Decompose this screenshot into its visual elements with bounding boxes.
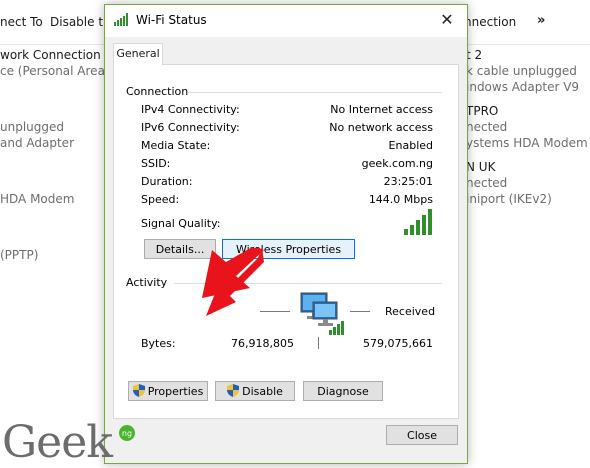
connection-heading: Connection	[126, 85, 189, 98]
close-icon[interactable]: ✕	[435, 9, 459, 31]
ssid-label: SSID:	[141, 157, 171, 170]
media-state-label: Media State:	[141, 139, 211, 152]
list-item[interactable]: t 2 k cable unplugged indows Adapter V9	[466, 47, 579, 95]
divider	[188, 92, 442, 93]
speed-label: Speed:	[141, 193, 180, 206]
disable-button[interactable]: Disable	[215, 381, 295, 401]
uac-shield-icon	[227, 384, 240, 403]
general-tab-panel: Connection IPv4 Connectivity: No Interne…	[113, 64, 459, 419]
received-label: Received	[385, 305, 436, 318]
ipv6-label: IPv6 Connectivity:	[141, 121, 240, 134]
connect-to-button[interactable]: nect To	[0, 15, 43, 29]
signal-strength-icon	[404, 209, 434, 238]
activity-heading: Activity	[126, 276, 168, 289]
tab-general[interactable]: General	[113, 43, 163, 65]
properties-label: Properties	[147, 385, 204, 398]
properties-button[interactable]: Properties	[128, 381, 208, 401]
red-arrow-annotation	[196, 246, 268, 331]
list-item[interactable]: HDA Modem	[0, 191, 74, 207]
watermark-badge-icon: ng	[118, 424, 136, 445]
duration-label: Duration:	[141, 175, 193, 188]
bytes-sent-value: 76,918,805	[231, 337, 294, 350]
media-state-value: Enabled	[388, 139, 433, 152]
connection-button[interactable]: nnection	[464, 15, 516, 29]
speed-value: 144.0 Mbps	[368, 193, 433, 206]
badge-text: ng	[122, 429, 132, 438]
signal-quality-label: Signal Quality:	[141, 217, 221, 230]
ssid-value: geek.com.ng	[361, 157, 433, 170]
list-item[interactable]: work Connection ce (Personal Area ...	[0, 47, 120, 79]
uac-shield-icon	[132, 384, 145, 403]
close-button[interactable]: Close	[386, 425, 458, 445]
wifi-signal-icon	[114, 13, 130, 29]
duration-value: 23:25:01	[383, 175, 433, 188]
received-line	[350, 311, 370, 312]
bytes-received-value: 579,075,661	[363, 337, 433, 350]
list-item[interactable]: TPRO nected ystems HDA Modem	[466, 103, 588, 151]
more-commands-icon[interactable]: »	[537, 13, 545, 28]
wifi-status-dialog: Wi-Fi Status ✕ General Connection IPv4 C…	[104, 4, 468, 464]
ipv6-value: No network access	[329, 121, 433, 134]
ipv4-label: IPv4 Connectivity:	[141, 103, 240, 116]
ipv4-value: No Internet access	[330, 103, 433, 116]
diagnose-button[interactable]: Diagnose	[303, 381, 383, 401]
watermark-logo: Geek	[2, 417, 113, 468]
bytes-label: Bytes:	[141, 337, 176, 350]
list-item[interactable]: N UK nected iniport (IKEv2)	[466, 159, 552, 207]
list-item[interactable]: (PPTP)	[0, 247, 38, 263]
disable-label: Disable	[242, 385, 283, 398]
title-bar[interactable]: Wi-Fi Status ✕	[105, 5, 467, 37]
network-computers-icon	[299, 290, 345, 339]
divider	[318, 337, 319, 349]
list-item[interactable]: unplugged and Adapter	[0, 119, 74, 151]
dialog-title: Wi-Fi Status	[136, 13, 207, 27]
